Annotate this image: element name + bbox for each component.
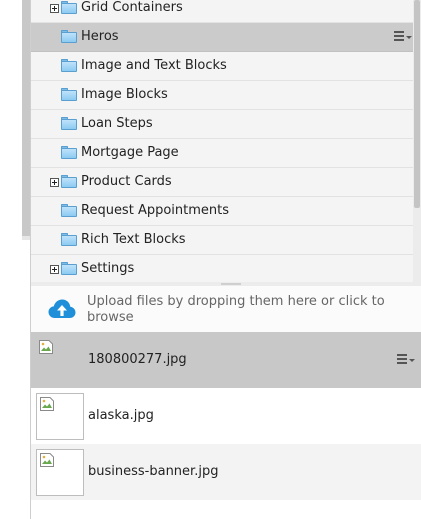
tree-item-label: Grid Containers bbox=[81, 0, 183, 15]
folder-icon bbox=[61, 88, 77, 101]
folder-icon bbox=[61, 175, 77, 188]
tree-scrollbar-thumb[interactable] bbox=[414, 0, 420, 208]
file-thumbnail bbox=[36, 393, 84, 440]
expand-icon[interactable] bbox=[50, 178, 59, 187]
file-thumbnail bbox=[36, 337, 84, 384]
upload-instructions: Upload files by dropping them here or cl… bbox=[87, 294, 385, 325]
folder-icon bbox=[61, 30, 77, 43]
file-thumbnail bbox=[36, 449, 84, 496]
tree-item-mortgage-page[interactable]: Mortgage Page bbox=[31, 139, 413, 168]
folder-icon bbox=[61, 204, 77, 217]
upload-dropzone[interactable]: Upload files by dropping them here or cl… bbox=[31, 286, 421, 332]
tree-item-label: Request Appointments bbox=[81, 203, 230, 218]
tree-item-label: Image and Text Blocks bbox=[81, 58, 227, 73]
tree-item-image-blocks[interactable]: Image Blocks bbox=[31, 81, 413, 110]
media-asset-pane: Grid Containers Heros Image and Text Blo… bbox=[0, 0, 421, 519]
file-name: business-banner.jpg bbox=[88, 464, 219, 479]
cloud-upload-icon bbox=[48, 299, 76, 318]
expand-icon[interactable] bbox=[50, 4, 59, 13]
tree-item-settings[interactable]: Settings bbox=[31, 255, 413, 282]
tree-item-label: Heros bbox=[81, 29, 119, 44]
tree-item-heros[interactable]: Heros bbox=[31, 23, 413, 52]
tree-item-label: Image Blocks bbox=[81, 87, 168, 102]
folder-icon bbox=[61, 1, 77, 14]
folder-icon bbox=[61, 146, 77, 159]
tree-item-request-appointments[interactable]: Request Appointments bbox=[31, 197, 413, 226]
broken-image-icon bbox=[40, 397, 54, 411]
folder-icon bbox=[61, 59, 77, 72]
tree-item-loan-steps[interactable]: Loan Steps bbox=[31, 110, 413, 139]
outer-scrollbar-thumb[interactable] bbox=[22, 0, 30, 236]
folder-icon bbox=[61, 117, 77, 130]
broken-image-icon bbox=[39, 340, 53, 354]
file-name: 180800277.jpg bbox=[88, 352, 187, 367]
folder-icon bbox=[61, 233, 77, 246]
tree-item-product-cards[interactable]: Product Cards bbox=[31, 168, 413, 197]
tree-item-label: Loan Steps bbox=[81, 116, 153, 131]
folder-icon bbox=[61, 262, 77, 275]
tree-item-label: Product Cards bbox=[81, 174, 172, 189]
folder-tree: Grid Containers Heros Image and Text Blo… bbox=[31, 0, 413, 282]
expand-icon[interactable] bbox=[50, 265, 59, 274]
file-row-business-banner[interactable]: business-banner.jpg bbox=[31, 444, 421, 500]
context-menu-icon[interactable] bbox=[397, 354, 415, 366]
tree-item-label: Rich Text Blocks bbox=[81, 232, 186, 247]
context-menu-icon[interactable] bbox=[394, 31, 412, 43]
tree-item-label: Settings bbox=[81, 261, 135, 276]
file-name: alaska.jpg bbox=[88, 408, 154, 423]
file-row-180800277[interactable]: 180800277.jpg bbox=[31, 332, 421, 388]
file-row-alaska[interactable]: alaska.jpg bbox=[31, 388, 421, 444]
tree-item-image-and-text-blocks[interactable]: Image and Text Blocks bbox=[31, 52, 413, 81]
broken-image-icon bbox=[40, 453, 54, 467]
tree-item-rich-text-blocks[interactable]: Rich Text Blocks bbox=[31, 226, 413, 255]
tree-item-label: Mortgage Page bbox=[81, 145, 179, 160]
tree-item-grid-containers[interactable]: Grid Containers bbox=[31, 0, 413, 23]
